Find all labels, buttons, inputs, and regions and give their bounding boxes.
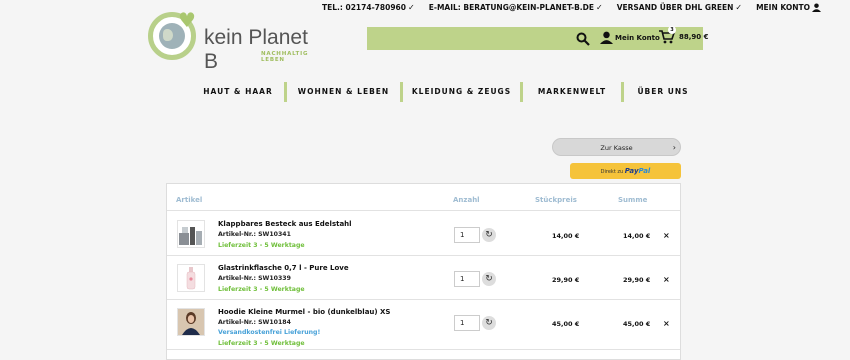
shipping-text: VERSAND ÜBER DHL GREEN [616, 3, 734, 12]
product-sku: Artikel-Nr.: SW10341 [218, 231, 291, 238]
email-info[interactable]: E-MAIL: BERATUNG@KEIN-PLANET-B.DE ✓ [429, 3, 603, 12]
checkout-button[interactable]: Zur Kasse › [552, 138, 681, 156]
remove-icon[interactable]: × [663, 275, 670, 284]
table-row: Hoodie Kleine Murmel - bio (dunkelblau) … [167, 300, 680, 350]
top-account-link[interactable]: MEIN KONTO [756, 3, 821, 12]
remove-icon[interactable]: × [663, 231, 670, 240]
chevron-right-icon: › [672, 143, 676, 152]
logo-tagline: NACHHALTIG LEBEN [261, 51, 309, 63]
product-sku: Artikel-Nr.: SW10339 [218, 275, 291, 282]
user-icon [600, 31, 613, 44]
email-text: E-MAIL: BERATUNG@KEIN-PLANET-B.DE [428, 3, 594, 12]
check-icon: ✓ [408, 3, 415, 12]
paypal-prefix: Direkt zu [600, 169, 624, 175]
refresh-icon[interactable]: ↻ [482, 316, 496, 330]
shipping-info: VERSAND ÜBER DHL GREEN ✓ [617, 3, 742, 12]
quantity-input[interactable]: 1 [454, 227, 480, 243]
free-shipping-note: Versandkostenfrei Lieferung! [218, 329, 321, 336]
header-quantity: Anzahl [453, 196, 480, 204]
nav-item-markenwelt[interactable]: MARKENWELT [523, 82, 621, 102]
top-info-bar: TEL.: 02174-780960 ✓ E-MAIL: BERATUNG@KE… [322, 3, 821, 12]
paypal-logo: PayPal [625, 167, 651, 175]
product-name[interactable]: Hoodie Kleine Murmel - bio (dunkelblau) … [218, 308, 390, 316]
paypal-button[interactable]: Direkt zu PayPal [570, 163, 681, 179]
delivery-time: Lieferzeit 3 - 5 Werktage [218, 242, 305, 249]
row-total: 14,00 € [623, 232, 651, 240]
main-navigation: HAUT & HAAR WOHNEN & LEBEN KLEIDUNG & ZE… [192, 82, 702, 102]
cart-button[interactable]: 3 88,90 € [659, 26, 709, 44]
nav-item-kleidung-zeugs[interactable]: KLEIDUNG & ZEUGS [403, 82, 520, 102]
check-icon: ✓ [596, 3, 603, 12]
product-name[interactable]: Glastrinkflasche 0,7 l - Pure Love [218, 264, 349, 272]
checkout-label: Zur Kasse [600, 144, 633, 152]
nav-item-ueber-uns[interactable]: ÜBER UNS [624, 82, 702, 102]
product-name[interactable]: Klappbares Besteck aus Edelstahl [218, 220, 352, 228]
delivery-time: Lieferzeit 3 - 5 Werktage [218, 286, 305, 293]
user-icon [811, 3, 821, 12]
table-row: Glastrinkflasche 0,7 l - Pure Love Artik… [167, 256, 680, 300]
unit-price: 29,90 € [552, 276, 580, 284]
product-sku: Artikel-Nr.: SW10184 [218, 319, 291, 326]
header-total: Summe [618, 196, 648, 204]
unit-price: 14,00 € [552, 232, 580, 240]
remove-icon[interactable]: × [663, 319, 670, 328]
heart-icon: ♥ [178, 8, 196, 32]
paypal-brand-2: Pal [638, 167, 651, 175]
phone-info[interactable]: TEL.: 02174-780960 ✓ [322, 3, 415, 12]
paypal-brand-1: Pay [624, 167, 639, 175]
phone-text: TEL.: 02174-780960 [322, 3, 406, 12]
product-image[interactable] [177, 308, 205, 336]
cart-total: 88,90 € [679, 33, 709, 41]
unit-price: 45,00 € [552, 320, 580, 328]
cutlery-image [179, 227, 202, 245]
refresh-icon[interactable]: ↻ [482, 272, 496, 286]
refresh-icon[interactable]: ↻ [482, 228, 496, 242]
row-total: 29,90 € [623, 276, 651, 284]
cart-count-badge: 3 [668, 26, 676, 34]
top-account-text: MEIN KONTO [756, 3, 810, 12]
nav-item-haut-haar[interactable]: HAUT & HAAR [192, 82, 284, 102]
nav-item-wohnen-leben[interactable]: WOHNEN & LEBEN [287, 82, 400, 102]
product-image[interactable] [177, 264, 205, 292]
check-icon: ✓ [735, 3, 743, 12]
site-logo[interactable]: ♥ kein Planet B NACHHALTIG LEBEN [148, 8, 313, 73]
table-header: Artikel Anzahl Stückpreis Summe [167, 184, 680, 211]
quantity-input[interactable]: 1 [454, 271, 480, 287]
search-icon[interactable] [576, 32, 590, 46]
row-total: 45,00 € [623, 320, 651, 328]
logo-name: kein Planet B [204, 26, 308, 73]
hoodie-image [178, 309, 204, 335]
product-image[interactable] [177, 220, 205, 248]
table-row: Klappbares Besteck aus Edelstahl Artikel… [167, 212, 680, 256]
header-article: Artikel [176, 196, 203, 204]
cart-table: Artikel Anzahl Stückpreis Summe Klappbar… [166, 183, 681, 360]
account-label: Mein Konto [615, 33, 660, 42]
account-button[interactable]: Mein Konto [600, 31, 660, 44]
delivery-time: Lieferzeit 3 - 5 Werktage [218, 340, 305, 347]
header-unit-price: Stückpreis [535, 196, 577, 204]
bottle-image [186, 267, 196, 290]
quantity-input[interactable]: 1 [454, 315, 480, 331]
